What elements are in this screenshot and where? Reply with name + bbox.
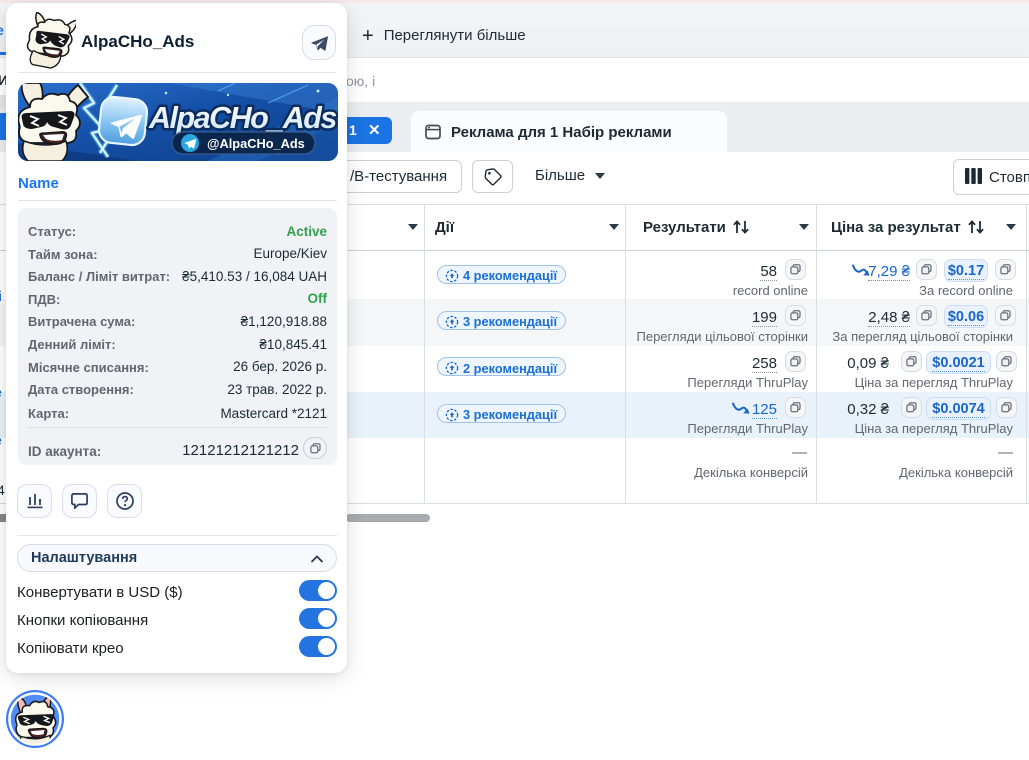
svg-text:@AlpaCHo_Ads: @AlpaCHo_Ads <box>207 136 305 151</box>
svg-text:AlpaCHo_Ads: AlpaCHo_Ads <box>148 101 336 135</box>
